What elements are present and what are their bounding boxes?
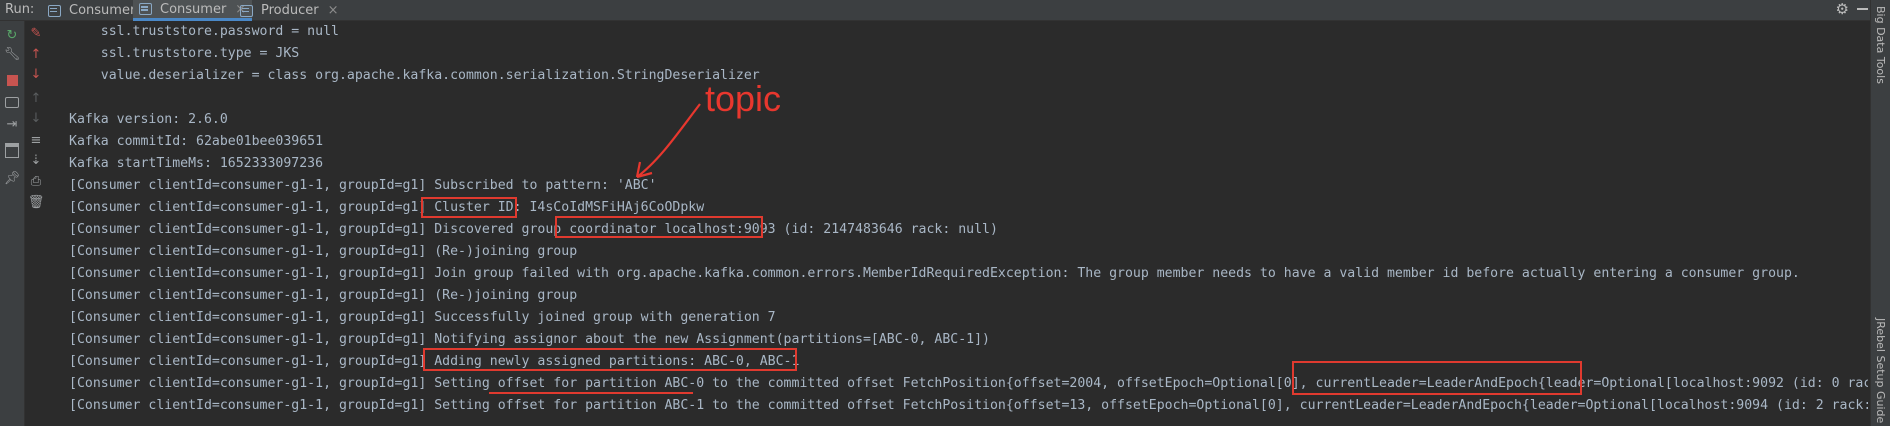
annotation-arrow (635, 103, 701, 179)
